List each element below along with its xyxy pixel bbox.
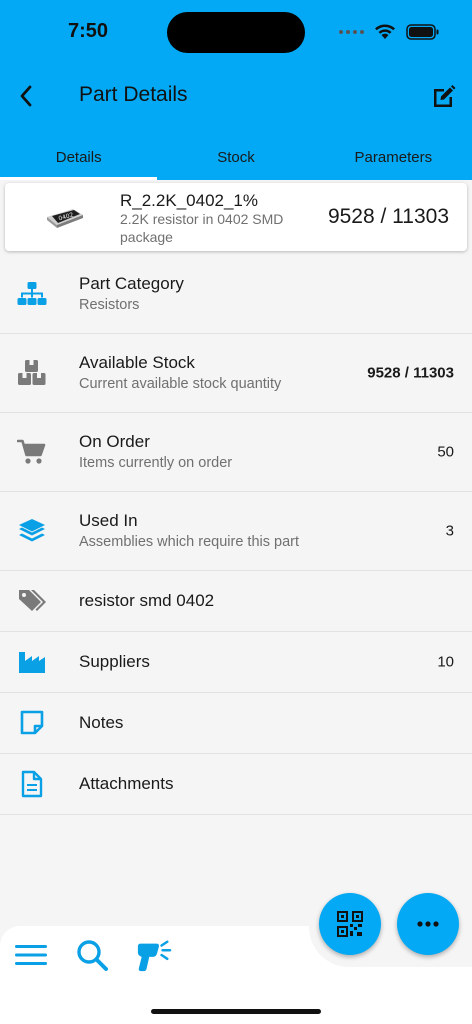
layers-icon	[16, 515, 48, 547]
status-time: 7:50	[68, 20, 109, 42]
row-notes[interactable]: Notes	[0, 693, 472, 754]
menu-button[interactable]	[13, 937, 49, 973]
home-indicator[interactable]	[151, 1009, 321, 1014]
row-value: 3	[445, 522, 454, 540]
row-value: 9528 / 11303	[367, 364, 454, 382]
row-title: Part Category	[79, 274, 184, 293]
part-stock-quantity: 9528 / 11303	[327, 205, 449, 228]
row-subtitle: Current available stock quantity	[79, 376, 282, 392]
edit-button[interactable]	[428, 80, 460, 112]
detail-list: Part Category Resistors Available Stock …	[0, 255, 472, 815]
battery-icon	[406, 24, 439, 40]
tab-parameters[interactable]: Parameters	[315, 135, 472, 180]
scan-qr-button[interactable]	[319, 893, 381, 955]
row-used-in[interactable]: Used In Assemblies which require this pa…	[0, 492, 472, 571]
tab-bar: Details Stock Parameters	[0, 135, 472, 180]
tab-stock[interactable]: Stock	[157, 135, 314, 180]
status-icons	[339, 22, 440, 42]
row-available-stock[interactable]: Available Stock Current available stock …	[0, 334, 472, 413]
sitemap-icon	[16, 278, 48, 310]
cart-icon	[16, 436, 48, 468]
more-actions-button[interactable]	[397, 893, 459, 955]
cellular-icon	[339, 30, 364, 34]
row-title: resistor smd 0402	[79, 591, 215, 610]
row-title: Attachments	[79, 774, 174, 793]
file-icon	[16, 768, 48, 800]
tab-details[interactable]: Details	[0, 135, 158, 180]
tags-icon	[16, 585, 48, 617]
row-keywords[interactable]: resistor smd 0402	[0, 571, 472, 632]
edit-icon	[434, 85, 456, 107]
part-name: R_2.2K_0402_1%	[120, 191, 259, 210]
barcode-scanner-icon	[137, 940, 172, 972]
note-icon	[16, 707, 48, 739]
row-subtitle: Resistors	[79, 297, 140, 313]
scanner-button[interactable]	[136, 937, 172, 973]
wifi-icon	[375, 24, 395, 39]
row-part-category[interactable]: Part Category Resistors	[0, 255, 472, 334]
row-title: Available Stock	[79, 353, 195, 372]
row-value: 10	[437, 653, 454, 671]
row-title: Used In	[79, 511, 138, 530]
app-header: 7:50 Part Details Details Stock Paramete…	[0, 0, 472, 180]
page-title: Part Details	[79, 83, 188, 106]
row-subtitle: Items currently on order	[79, 455, 233, 471]
more-horizontal-icon	[417, 921, 439, 927]
menu-icon	[15, 945, 47, 965]
search-icon	[77, 940, 108, 971]
part-thumbnail: 0402	[47, 209, 83, 228]
part-description: 2.2K resistor in 0402 SMD package	[120, 211, 284, 245]
row-value: 50	[437, 443, 454, 461]
row-suppliers[interactable]: Suppliers 10	[0, 632, 472, 693]
back-button[interactable]	[10, 80, 42, 112]
qr-code-icon	[337, 911, 363, 937]
row-subtitle: Assemblies which require this part	[79, 534, 300, 550]
dynamic-island	[167, 12, 305, 53]
row-on-order[interactable]: On Order Items currently on order 50	[0, 413, 472, 492]
row-title: On Order	[79, 432, 150, 451]
row-attachments[interactable]: Attachments	[0, 754, 472, 815]
boxes-icon	[16, 357, 48, 389]
industry-icon	[16, 646, 48, 678]
part-summary-card[interactable]: 0402 R_2.2K_0402_1% 2.2K resistor in 040…	[5, 183, 467, 251]
search-button[interactable]	[74, 937, 110, 973]
row-title: Notes	[79, 713, 124, 732]
chevron-left-icon	[20, 85, 32, 107]
row-title: Suppliers	[79, 652, 150, 671]
